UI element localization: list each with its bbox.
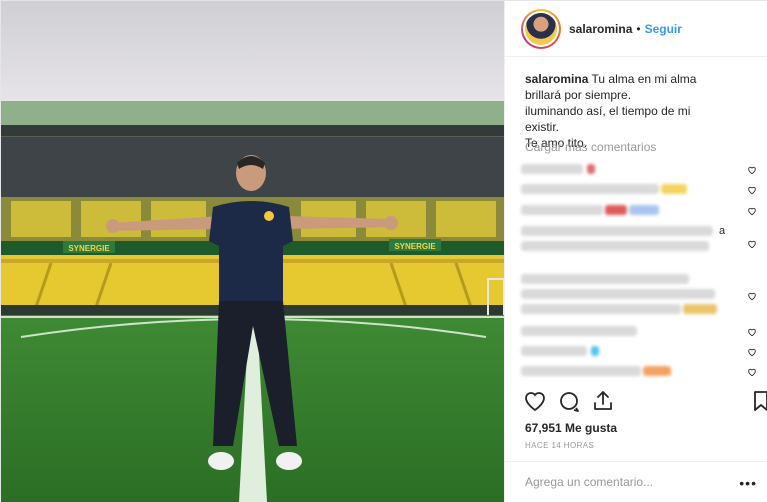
comment-like-heart-icon[interactable] [747, 327, 757, 337]
add-comment-section: ••• [505, 461, 767, 502]
blurred-emoji [683, 304, 717, 314]
stadium-photo: SYNERGIE SYNERGIE [1, 1, 504, 502]
post-photo[interactable]: SYNERGIE SYNERGIE [1, 1, 504, 502]
blurred-comment-text [521, 326, 637, 336]
blurred-emoji [643, 366, 671, 376]
comment-item: a [521, 223, 761, 259]
post-header: salaromina • Seguir [505, 1, 767, 57]
comment-item [521, 202, 761, 218]
blurred-comment-text [521, 241, 709, 251]
blurred-comment-text [521, 304, 681, 314]
comments-list: a [521, 157, 761, 379]
blurred-comment-text [521, 164, 583, 174]
like-heart-icon[interactable] [523, 389, 547, 413]
blurred-comment-text [521, 366, 641, 376]
caption-username[interactable]: salaromina [525, 72, 588, 86]
comment-like-heart-icon[interactable] [747, 206, 757, 216]
profile-picture [525, 12, 557, 45]
blurred-comment-text [521, 226, 713, 236]
instagram-post: SYNERGIE SYNERGIE salaromina • Seguir sa… [0, 0, 767, 502]
header-username[interactable]: salaromina [569, 22, 632, 36]
follow-button[interactable]: Seguir [645, 22, 682, 36]
share-icon[interactable] [591, 389, 615, 413]
comment-item [521, 363, 761, 379]
post-actions [505, 387, 767, 417]
likes-count[interactable]: 67,951 Me gusta [525, 421, 617, 435]
more-options-icon[interactable]: ••• [739, 475, 757, 491]
comment-item [521, 161, 761, 177]
banner-right: SYNERGIE [394, 242, 436, 251]
caption-line-1: Tu alma en mi alma [591, 72, 697, 86]
bookmark-icon[interactable] [749, 389, 767, 413]
caption-line-2: brillará por siempre. [525, 88, 632, 102]
comment-like-heart-icon[interactable] [747, 367, 757, 377]
blurred-comment-text [521, 205, 603, 215]
comment-trailing-text: a [719, 225, 726, 237]
comment-item [521, 343, 761, 359]
comment-like-heart-icon[interactable] [747, 239, 757, 249]
comment-like-heart-icon[interactable] [747, 291, 757, 301]
blurred-comment-text [521, 289, 715, 299]
comment-item [521, 323, 761, 339]
comment-like-heart-icon[interactable] [747, 165, 757, 175]
blurred-emoji [591, 346, 599, 356]
avatar[interactable] [521, 8, 561, 49]
post-caption: salaromina Tu alma en mi alma brillará p… [525, 71, 725, 151]
load-more-comments-link[interactable]: Cargar más comentarios [525, 140, 656, 154]
blurred-emoji [661, 184, 687, 194]
post-timestamp[interactable]: HACE 14 HORAS [525, 441, 594, 450]
blurred-emoji [587, 164, 595, 174]
blurred-comment-text [521, 346, 587, 356]
banner-left: SYNERGIE [68, 244, 110, 253]
comment-like-heart-icon[interactable] [747, 185, 757, 195]
blurred-emoji [629, 205, 659, 215]
post-panel: salaromina • Seguir salaromina Tu alma e… [504, 1, 767, 502]
add-comment-input[interactable] [525, 472, 725, 492]
comment-like-heart-icon[interactable] [747, 347, 757, 357]
blurred-comment-text [521, 184, 659, 194]
blurred-comment-text [521, 274, 689, 284]
caption-line-3: iluminando así, el tiempo de mi existir. [525, 104, 691, 134]
blurred-emoji [605, 205, 627, 215]
comment-bubble-icon[interactable] [557, 389, 581, 413]
comment-item [521, 271, 761, 317]
header-separator: • [636, 21, 641, 36]
comment-item [521, 181, 761, 197]
